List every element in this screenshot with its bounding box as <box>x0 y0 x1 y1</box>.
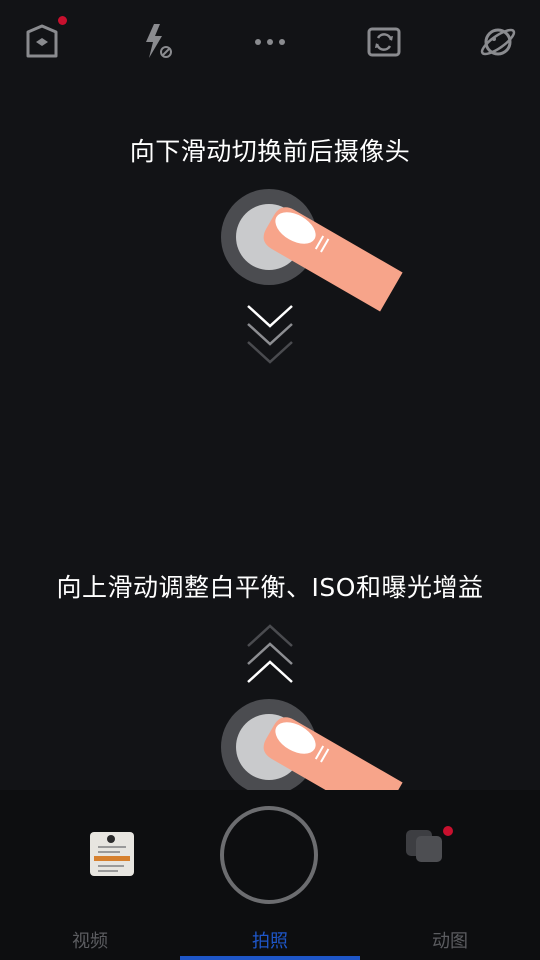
thumbnail-bar <box>94 856 130 861</box>
switch-camera-icon[interactable] <box>364 22 404 62</box>
tab-gif[interactable]: 动图 <box>390 927 510 953</box>
thumbnail-line <box>98 870 118 872</box>
swipe-up-hint: 向上滑动调整白平衡、ISO和曝光增益 <box>56 573 484 602</box>
flash-off-icon[interactable] <box>138 22 178 62</box>
gallery-thumbnail[interactable] <box>90 832 134 876</box>
tab-video[interactable]: 视频 <box>30 927 150 953</box>
settings-house-icon[interactable] <box>22 16 67 62</box>
thumbnail-line <box>98 851 120 853</box>
up-chevrons-icon <box>240 620 300 690</box>
down-chevrons-icon <box>240 300 300 370</box>
gif-mode-icon[interactable] <box>402 820 456 870</box>
tab-photo[interactable]: 拍照 <box>210 927 330 953</box>
swipe-down-hint: 向下滑动切换前后摄像头 <box>129 137 411 166</box>
more-dots-icon[interactable] <box>250 22 290 62</box>
notification-badge <box>58 16 67 25</box>
thumbnail-avatar <box>107 835 115 843</box>
thumbnail-line <box>98 865 124 867</box>
planet-icon[interactable] <box>478 22 518 62</box>
active-tab-indicator <box>180 956 360 960</box>
top-bar <box>0 0 540 84</box>
shutter-button[interactable] <box>220 806 318 904</box>
thumbnail-line <box>98 846 126 848</box>
